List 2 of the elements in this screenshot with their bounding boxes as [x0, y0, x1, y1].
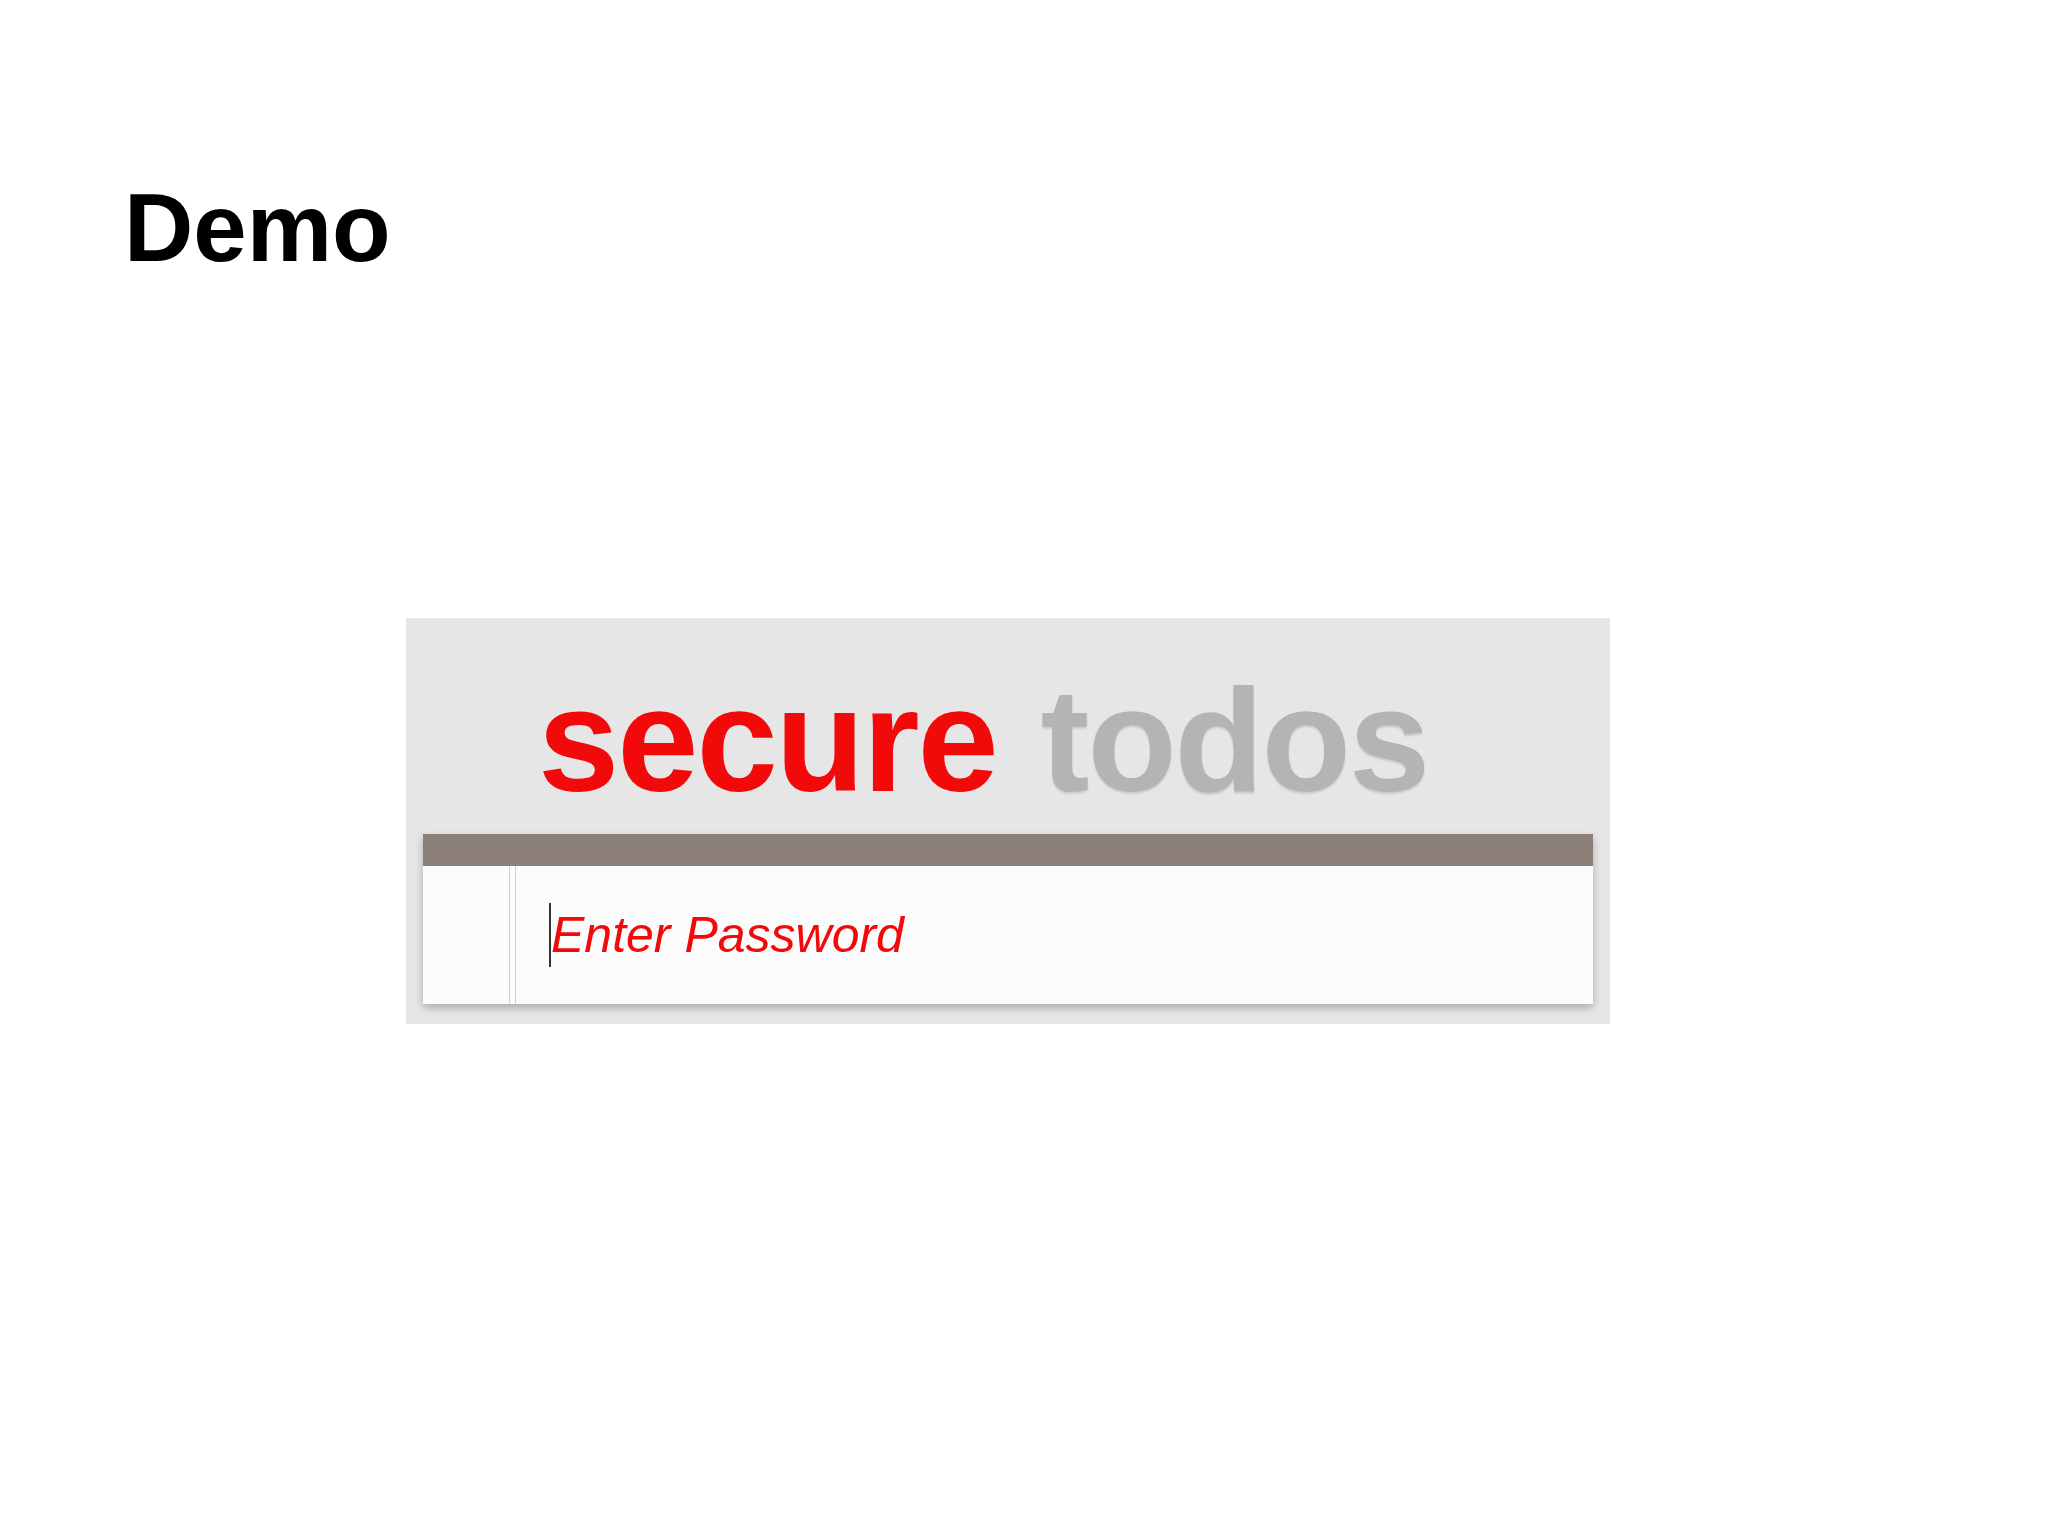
- slide-title: Demo: [124, 180, 392, 276]
- logo-word: secure: [538, 668, 997, 814]
